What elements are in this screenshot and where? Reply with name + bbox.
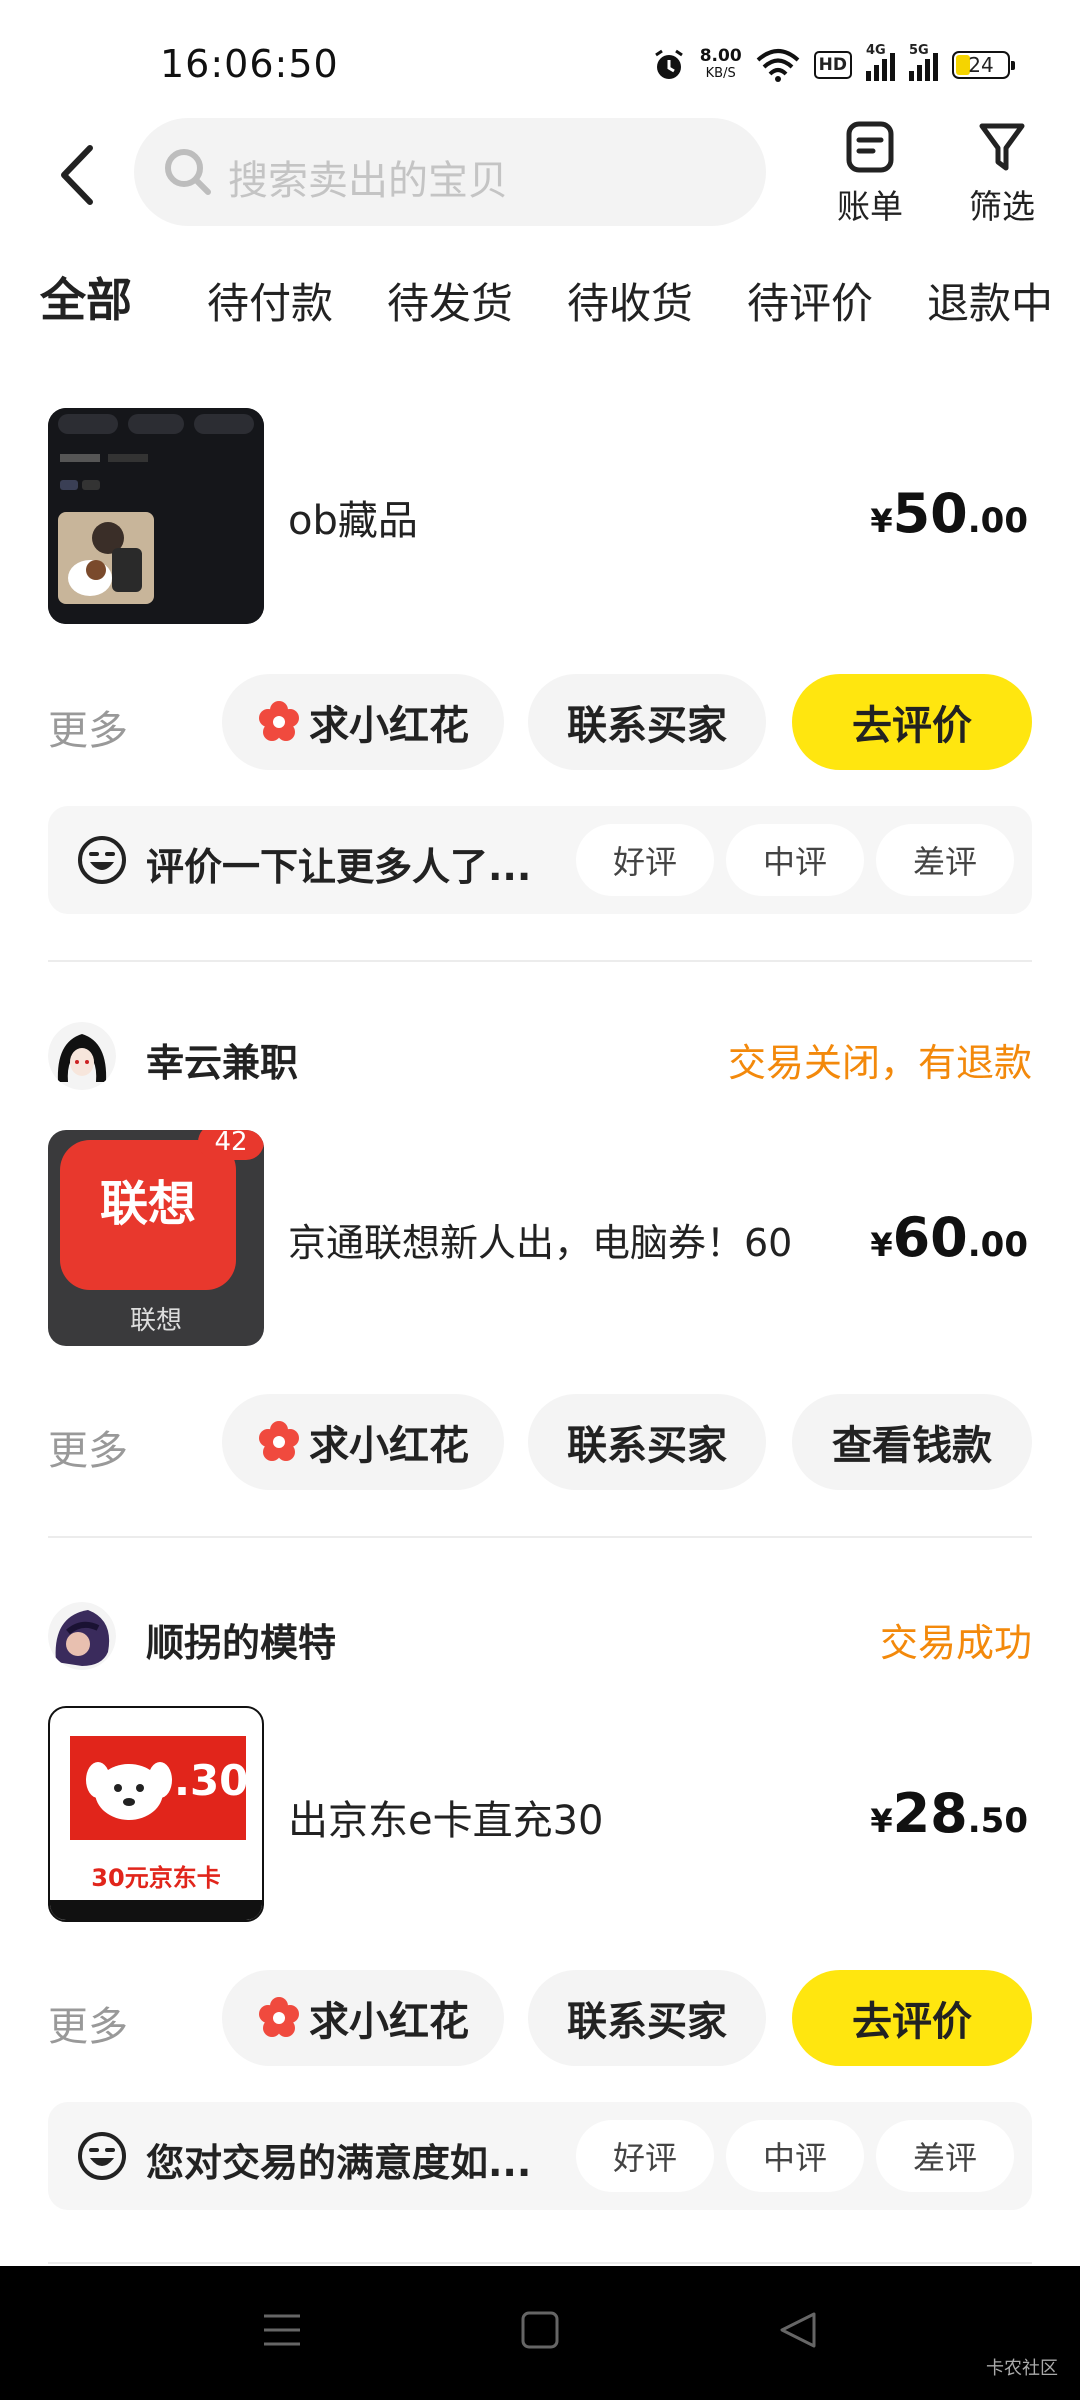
tab-refunding[interactable]: 退款中 xyxy=(927,270,1053,331)
more-link[interactable]: 更多 xyxy=(48,1418,128,1476)
ask-flower-button[interactable]: 求小红花 xyxy=(222,1394,504,1490)
order-status: 交易关闭，有退款 xyxy=(727,1041,1032,1085)
flower-icon xyxy=(259,1997,299,2037)
product-price: ¥28.50 xyxy=(870,1782,1028,1845)
filter-label: 筛选 xyxy=(969,187,1035,226)
wifi-icon xyxy=(756,49,799,82)
more-link[interactable]: 更多 xyxy=(48,698,128,756)
tab-all[interactable]: 全部 xyxy=(38,264,134,330)
watermark: 卡农社区 xyxy=(986,2358,1058,2379)
seller-name[interactable]: 顺拐的模特 xyxy=(146,1612,336,1667)
good-review-button[interactable]: 好评 xyxy=(576,2120,714,2192)
divider xyxy=(48,1536,1032,1538)
contact-buyer-button[interactable]: 联系买家 xyxy=(528,1394,766,1490)
order-card: 顺拐的模特 交易成功 .30 30元京东卡 出京东e卡直充30 ¥28.50 更… xyxy=(0,1592,1080,2232)
ask-flower-button[interactable]: 求小红花 xyxy=(222,674,504,770)
contact-buyer-button[interactable]: 联系买家 xyxy=(528,1970,766,2066)
bad-review-button[interactable]: 差评 xyxy=(876,824,1014,896)
quick-review-bar: 您对交易的满意度如... 好评 中评 差评 xyxy=(48,2102,1032,2210)
alarm-icon xyxy=(654,49,683,79)
thumbnail-text: 联想 xyxy=(99,1176,196,1232)
search-placeholder: 搜索卖出的宝贝 xyxy=(228,158,508,204)
neutral-review-button[interactable]: 中评 xyxy=(726,2120,864,2192)
avatar[interactable] xyxy=(48,1022,116,1090)
jd-dog-icon xyxy=(86,1762,172,1820)
divider xyxy=(48,960,1032,962)
battery-icon: 24 xyxy=(952,51,1015,79)
signal-4g-icon: 4G xyxy=(866,43,895,81)
product-title: 出京东e卡直充30 xyxy=(288,1798,604,1844)
flower-icon xyxy=(259,701,299,741)
avatar[interactable] xyxy=(48,1602,116,1670)
review-prompt: 评价一下让更多人了... xyxy=(146,845,532,889)
order-card: ob藏品 ¥50.00 更多 求小红花 联系买家 去评价 评价一下让更多人了..… xyxy=(0,408,1080,968)
home-icon[interactable] xyxy=(520,2310,560,2350)
product-thumbnail[interactable] xyxy=(48,408,264,624)
seller-name[interactable]: 幸云兼职 xyxy=(146,1032,298,1087)
review-button[interactable]: 去评价 xyxy=(792,674,1032,770)
order-actions: 更多 求小红花 联系买家 去评价 xyxy=(0,674,1080,770)
bill-icon xyxy=(846,121,894,173)
badge-count: 42 xyxy=(198,1130,264,1160)
product-price: ¥50.00 xyxy=(870,482,1028,545)
review-button[interactable]: 去评价 xyxy=(792,1970,1032,2066)
bill-button[interactable]: 账单 xyxy=(815,118,925,233)
menu-icon[interactable] xyxy=(262,2310,302,2350)
order-status: 交易成功 xyxy=(879,1621,1032,1665)
hd-icon: HD xyxy=(813,51,852,79)
order-actions: 更多 求小红花 联系买家 查看钱款 xyxy=(0,1394,1080,1490)
ask-flower-button[interactable]: 求小红花 xyxy=(222,1970,504,2066)
filter-icon xyxy=(979,123,1025,171)
bill-label: 账单 xyxy=(837,187,903,226)
product-thumbnail[interactable]: .30 30元京东卡 xyxy=(48,1706,264,1922)
flower-icon xyxy=(259,1421,299,1461)
order-card: 幸云兼职 交易关闭，有退款 联想 42 联想 京通联想新人出，电脑券！60 ¥6… xyxy=(0,1016,1080,1506)
search-icon xyxy=(165,149,211,195)
system-nav-bar: 卡农社区 xyxy=(0,2266,1080,2400)
product-price: ¥60.00 xyxy=(870,1206,1028,1269)
order-actions: 更多 求小红花 联系买家 去评价 xyxy=(0,1970,1080,2066)
tab-pending-review[interactable]: 待评价 xyxy=(747,270,873,331)
tab-pending-shipment[interactable]: 待发货 xyxy=(387,270,513,331)
contact-buyer-button[interactable]: 联系买家 xyxy=(528,674,766,770)
status-time: 16:06:50 xyxy=(160,42,339,86)
product-title: ob藏品 xyxy=(288,498,418,544)
product-thumbnail[interactable]: 联想 42 联想 xyxy=(48,1130,264,1346)
tab-pending-receipt[interactable]: 待收货 xyxy=(567,270,693,331)
divider xyxy=(48,2262,1032,2264)
view-payment-button[interactable]: 查看钱款 xyxy=(792,1394,1032,1490)
order-tabs: 全部 待付款 待发货 待收货 待评价 退款中 xyxy=(0,264,1080,344)
product-image xyxy=(48,408,264,624)
smile-face-icon xyxy=(78,836,126,884)
smile-face-icon xyxy=(78,2132,126,2180)
good-review-button[interactable]: 好评 xyxy=(576,824,714,896)
neutral-review-button[interactable]: 中评 xyxy=(726,824,864,896)
more-link[interactable]: 更多 xyxy=(48,1994,128,2052)
product-title: 京通联想新人出，电脑券！60 xyxy=(288,1221,793,1265)
net-speed: 8.00 KB/S xyxy=(699,46,742,82)
tab-pending-payment[interactable]: 待付款 xyxy=(207,270,333,331)
thumbnail-caption: 联想 xyxy=(129,1306,182,1336)
back-icon[interactable] xyxy=(778,2310,818,2350)
review-prompt: 您对交易的满意度如... xyxy=(146,2141,532,2185)
quick-review-bar: 评价一下让更多人了... 好评 中评 差评 xyxy=(48,806,1032,914)
card-value-text: .30 xyxy=(174,1756,249,1805)
search-input[interactable]: 搜索卖出的宝贝 xyxy=(134,118,766,226)
filter-button[interactable]: 筛选 xyxy=(947,118,1057,233)
status-icons: 8.00 KB/S HD 4G 5G 24 xyxy=(652,40,1015,90)
status-bar: 16:06:50 8.00 KB/S HD 4G 5G 24 xyxy=(0,0,1080,120)
signal-5g-icon: 5G xyxy=(909,43,938,81)
thumbnail-caption: 30元京东卡 xyxy=(91,1864,221,1892)
top-header: 搜索卖出的宝贝 账单 筛选 xyxy=(0,118,1080,236)
bad-review-button[interactable]: 差评 xyxy=(876,2120,1014,2192)
back-arrow-icon[interactable] xyxy=(50,140,110,210)
